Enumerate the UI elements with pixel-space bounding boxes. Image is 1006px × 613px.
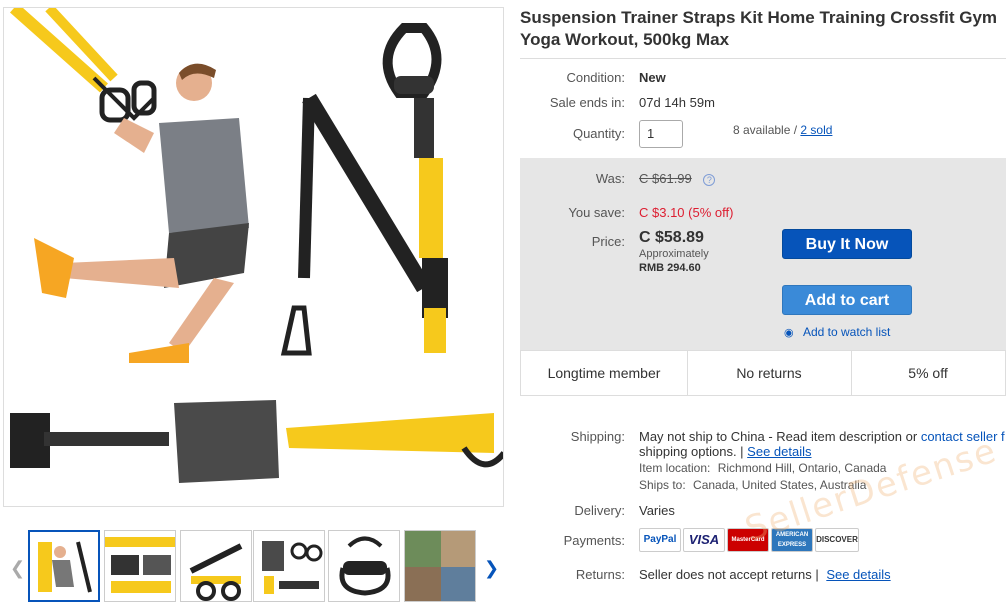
returns-see-details-link[interactable]: See details <box>826 567 890 582</box>
sold-link[interactable]: 2 sold <box>800 123 832 137</box>
watch-label: Add to watch list <box>802 325 891 339</box>
discover-icon: DISCOVER <box>815 528 859 552</box>
condition-value: New <box>639 70 666 85</box>
price-value: C $58.89 <box>639 229 704 246</box>
availability: 8 available / 2 sold <box>733 123 832 137</box>
info-icon[interactable]: ? <box>703 174 716 186</box>
quantity-label: Quantity: <box>572 126 625 141</box>
eye-icon: ◉ <box>784 327 794 339</box>
thumbnail-2[interactable] <box>104 530 176 602</box>
item-location-label: Item location: <box>639 461 711 475</box>
delivery-value: Varies <box>639 503 675 518</box>
you-save-label: You save: <box>568 205 625 220</box>
buy-it-now-button[interactable]: Buy It Now <box>782 229 912 259</box>
thumbnail-1[interactable] <box>28 530 100 602</box>
pricing-panel <box>520 158 1006 350</box>
badge-discount: 5% off <box>908 365 948 381</box>
returns-label: Returns: <box>575 567 625 582</box>
returns-text: Seller does not accept returns | <box>639 567 823 582</box>
price-label: Price: <box>591 234 625 249</box>
thumbnail-3[interactable] <box>180 530 252 602</box>
thumbnail-strip: ❮ ❯ <box>0 528 510 608</box>
you-save-value: C $3.10 (5% off) <box>639 205 734 220</box>
shipping-text: May not ship to China - Read item descri… <box>639 429 921 444</box>
delivery-label: Delivery: <box>574 503 625 518</box>
visa-icon: VISA <box>683 528 725 552</box>
thumbnail-5[interactable] <box>328 530 400 602</box>
payments-label: Payments: <box>563 533 625 548</box>
item-location: Item location: Richmond Hill, Ontario, C… <box>639 461 886 475</box>
seller-badges: Longtime member No returns 5% off <box>520 350 1006 396</box>
chevron-left-icon[interactable]: ❮ <box>10 558 25 579</box>
badge-longtime-member: Longtime member <box>547 365 661 381</box>
divider <box>520 58 1006 59</box>
sale-ends-label: Sale ends in: <box>549 95 625 110</box>
badge-no-returns: No returns <box>736 365 802 381</box>
was-label: Was: <box>595 171 625 186</box>
shipping-options-text: shipping options. | <box>639 444 748 459</box>
add-to-watch-list-link[interactable]: ◉ Add to watch list <box>784 325 890 339</box>
returns-value: Seller does not accept returns | See det… <box>639 567 891 582</box>
shipping-see-details-link[interactable]: See details <box>747 444 811 459</box>
shipping-label: Shipping: <box>570 429 625 444</box>
thumbnail-4[interactable] <box>253 530 325 602</box>
paypal-icon: PayPal <box>639 528 681 552</box>
add-to-cart-button[interactable]: Add to cart <box>782 285 912 315</box>
chevron-right-icon[interactable]: ❯ <box>484 558 499 579</box>
main-product-image[interactable] <box>3 7 504 507</box>
shipping-line-2: shipping options. | See details <box>639 444 812 459</box>
was-price-row: C $61.99 ? <box>639 171 716 186</box>
item-title: Suspension Trainer Straps Kit Home Train… <box>520 8 998 49</box>
thumbnail-6[interactable] <box>404 530 476 602</box>
was-price: C $61.99 <box>639 171 692 186</box>
ships-to-label: Ships to: <box>639 478 686 492</box>
approx-value: RMB 294.60 <box>639 262 701 274</box>
condition-label: Condition: <box>566 70 625 85</box>
available-count: 8 available / <box>733 123 801 137</box>
sale-ends-value: 07d 14h 59m <box>639 95 715 110</box>
product-illustration <box>10 8 503 483</box>
quantity-input[interactable]: 1 <box>639 120 683 148</box>
approx-label: Approximately <box>639 248 709 260</box>
